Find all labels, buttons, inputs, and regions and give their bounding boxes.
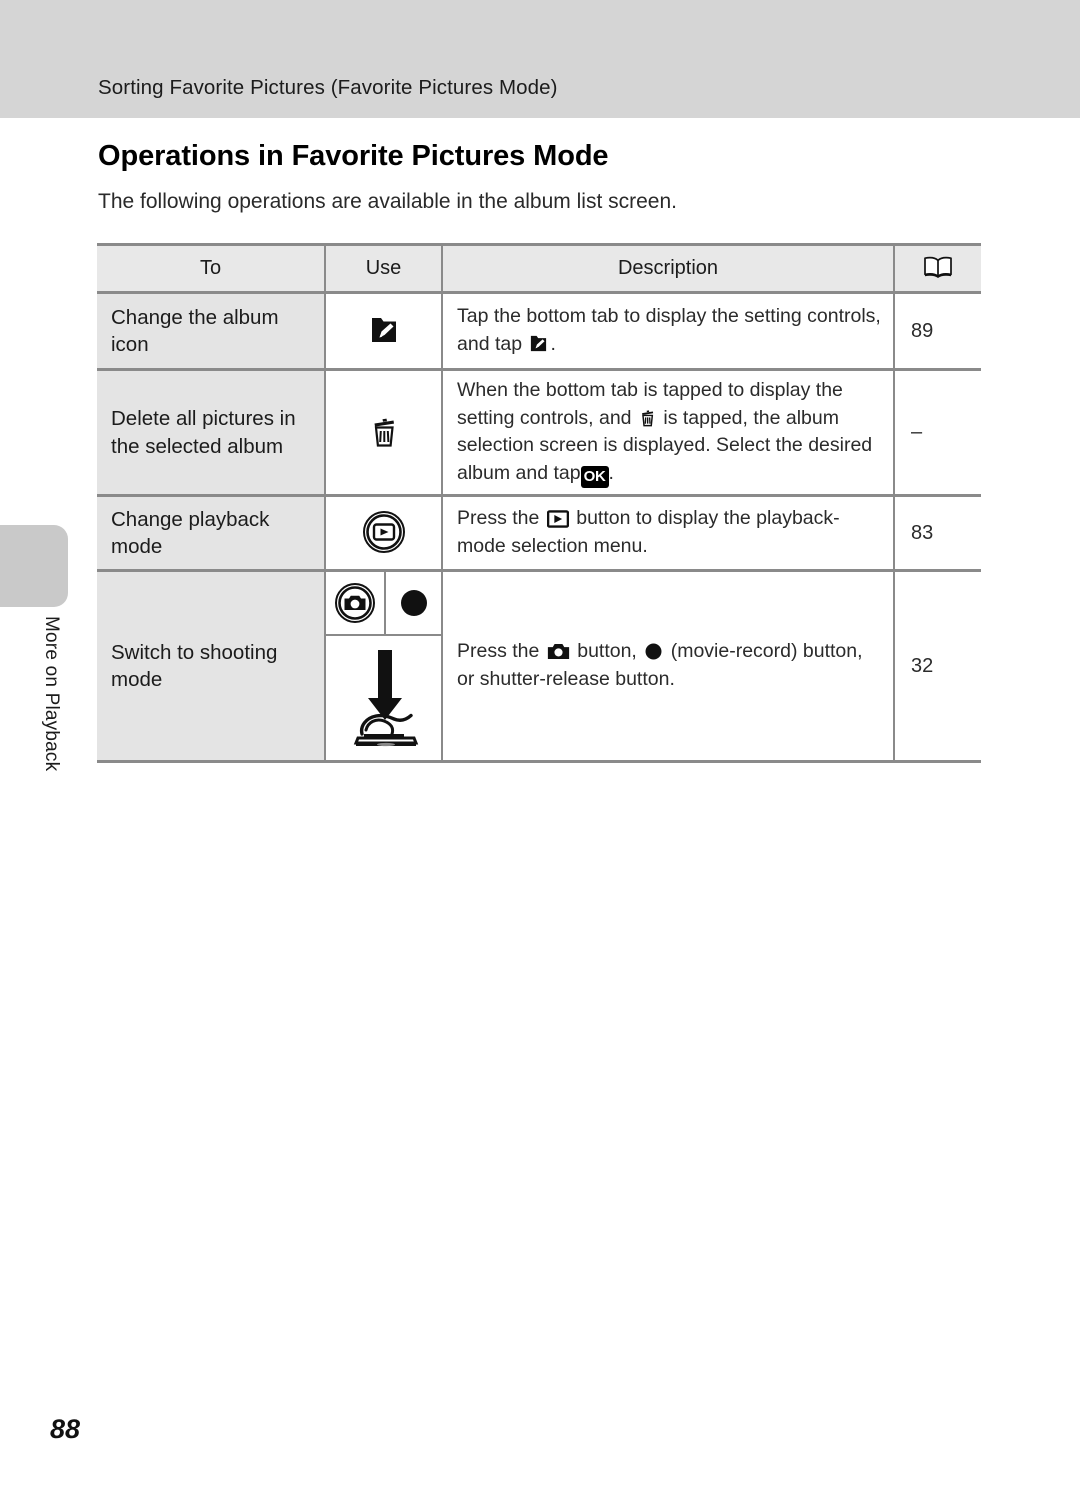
use-split-bottom — [326, 636, 443, 760]
movie-record-icon — [644, 642, 663, 661]
desc-text-3: . — [608, 462, 614, 485]
trash-icon — [639, 408, 656, 428]
margin-tab-block — [0, 525, 68, 607]
camera-button-icon — [333, 581, 377, 625]
desc-text-2: . — [550, 333, 556, 355]
use-split-top — [326, 572, 444, 637]
movie-record-icon — [398, 587, 430, 619]
operations-table: To Use Description Change the album icon — [97, 243, 981, 764]
table-header-row: To Use Description — [97, 243, 981, 294]
open-book-icon — [923, 256, 953, 278]
table-row: Change the album icon Tap the bottom tab… — [97, 292, 981, 371]
shutter-press-icon — [342, 646, 428, 750]
camera-glyph-icon — [547, 642, 570, 661]
desc-text-1: Tap the bottom tab to display the settin… — [457, 305, 881, 355]
page-number: 88 — [50, 1414, 81, 1444]
table-row: Delete all pictures in the selected albu… — [97, 369, 981, 498]
row-description: Press the button to display the playback… — [442, 495, 895, 573]
use-split-container — [326, 572, 443, 760]
column-header-to: To — [97, 243, 326, 294]
running-head-band — [0, 0, 1080, 118]
ok-badge: OK — [580, 466, 609, 489]
row-reference: – — [894, 369, 981, 498]
row-reference: 89 — [894, 292, 981, 371]
row-use-icons — [325, 292, 443, 371]
desc-text-1: Press the — [457, 640, 540, 663]
column-header-reference — [894, 243, 981, 294]
playback-glyph-icon — [546, 510, 569, 529]
album-edit-icon — [529, 333, 548, 354]
movie-record-cell — [386, 572, 444, 634]
margin-tab-label: More on Playback — [41, 616, 62, 772]
row-use-icons — [325, 369, 443, 498]
row-to-label: Switch to shooting mode — [97, 570, 326, 764]
row-reference: 32 — [894, 570, 981, 764]
column-header-description: Description — [442, 243, 895, 294]
row-use-icons — [325, 570, 443, 764]
row-description: Press the button, (movie-record) button,… — [442, 570, 895, 764]
playback-button-icon — [361, 509, 407, 555]
running-head-text: Sorting Favorite Pictures (Favorite Pict… — [98, 76, 558, 99]
row-to-label: Change playback mode — [97, 495, 326, 573]
page-title: Operations in Favorite Pictures Mode — [98, 140, 609, 172]
intro-paragraph: The following operations are available i… — [98, 190, 677, 213]
row-description: When the bottom tab is tapped to display… — [442, 369, 895, 498]
album-edit-icon — [369, 314, 399, 346]
trash-icon — [369, 415, 399, 449]
table-row: Switch to shooting mode Press the button… — [97, 570, 981, 764]
row-use-icons — [325, 495, 443, 573]
row-description: Tap the bottom tab to display the settin… — [442, 292, 895, 371]
table-row: Change playback mode Press the button to… — [97, 495, 981, 573]
row-reference: 83 — [894, 495, 981, 573]
column-header-use: Use — [325, 243, 443, 294]
row-to-label: Delete all pictures in the selected albu… — [97, 369, 326, 498]
desc-text-2: button, — [577, 640, 637, 663]
camera-button-cell — [326, 572, 386, 635]
desc-text-1: Press the — [457, 507, 540, 530]
row-to-label: Change the album icon — [97, 292, 326, 371]
